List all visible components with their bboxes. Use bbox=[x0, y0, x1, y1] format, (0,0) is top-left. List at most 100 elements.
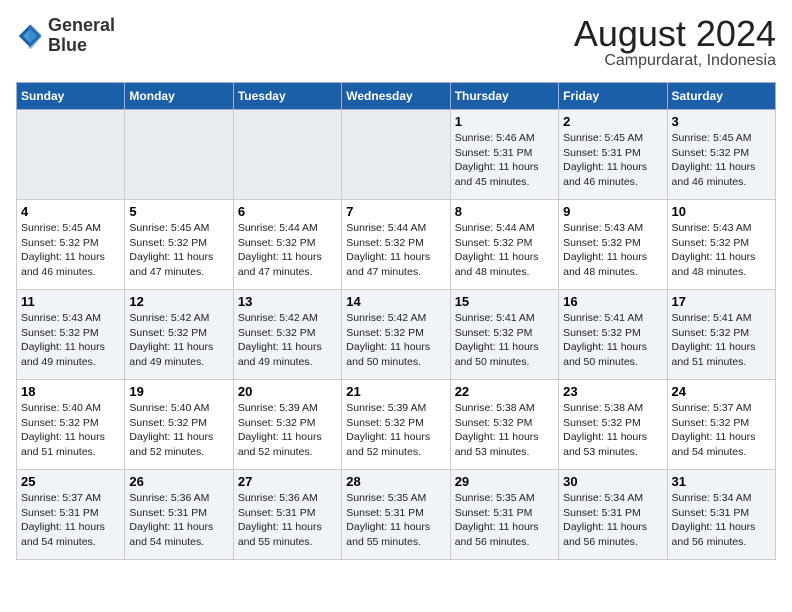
day-info: Sunrise: 5:43 AM Sunset: 5:32 PM Dayligh… bbox=[21, 311, 120, 370]
calendar-cell: 11 Sunrise: 5:43 AM Sunset: 5:32 PM Dayli… bbox=[17, 290, 125, 380]
week-row-3: 11 Sunrise: 5:43 AM Sunset: 5:32 PM Dayli… bbox=[17, 290, 776, 380]
day-number: 30 bbox=[563, 474, 662, 489]
calendar-cell: 15 Sunrise: 5:41 AM Sunset: 5:32 PM Dayli… bbox=[450, 290, 558, 380]
day-info: Sunrise: 5:42 AM Sunset: 5:32 PM Dayligh… bbox=[238, 311, 337, 370]
day-number: 3 bbox=[672, 114, 771, 129]
day-number: 28 bbox=[346, 474, 445, 489]
day-info: Sunrise: 5:36 AM Sunset: 5:31 PM Dayligh… bbox=[129, 491, 228, 550]
calendar-cell: 14 Sunrise: 5:42 AM Sunset: 5:32 PM Dayli… bbox=[342, 290, 450, 380]
day-info: Sunrise: 5:36 AM Sunset: 5:31 PM Dayligh… bbox=[238, 491, 337, 550]
week-row-2: 4 Sunrise: 5:45 AM Sunset: 5:32 PM Daylig… bbox=[17, 200, 776, 290]
day-info: Sunrise: 5:45 AM Sunset: 5:31 PM Dayligh… bbox=[563, 131, 662, 190]
day-info: Sunrise: 5:37 AM Sunset: 5:31 PM Dayligh… bbox=[21, 491, 120, 550]
col-header-friday: Friday bbox=[559, 83, 667, 110]
calendar-cell: 13 Sunrise: 5:42 AM Sunset: 5:32 PM Dayli… bbox=[233, 290, 341, 380]
calendar-cell: 16 Sunrise: 5:41 AM Sunset: 5:32 PM Dayli… bbox=[559, 290, 667, 380]
day-info: Sunrise: 5:42 AM Sunset: 5:32 PM Dayligh… bbox=[129, 311, 228, 370]
calendar-cell: 18Sunrise: 5:40 AM Sunset: 5:32 PM Dayli… bbox=[17, 380, 125, 470]
day-number: 21 bbox=[346, 384, 445, 399]
logo: General Blue bbox=[16, 16, 115, 56]
calendar-cell: 21 Sunrise: 5:39 AM Sunset: 5:32 PM Dayli… bbox=[342, 380, 450, 470]
day-info: Sunrise: 5:45 AM Sunset: 5:32 PM Dayligh… bbox=[129, 221, 228, 280]
col-header-wednesday: Wednesday bbox=[342, 83, 450, 110]
calendar-cell: 3 Sunrise: 5:45 AM Sunset: 5:32 PM Daylig… bbox=[667, 110, 775, 200]
col-header-sunday: Sunday bbox=[17, 83, 125, 110]
day-info: Sunrise: 5:43 AM Sunset: 5:32 PM Dayligh… bbox=[672, 221, 771, 280]
calendar-cell bbox=[17, 110, 125, 200]
day-number: 18 bbox=[21, 384, 120, 399]
day-info: Sunrise: 5:41 AM Sunset: 5:32 PM Dayligh… bbox=[455, 311, 554, 370]
calendar-cell: 29Sunrise: 5:35 AM Sunset: 5:31 PM Dayli… bbox=[450, 470, 558, 560]
day-number: 23 bbox=[563, 384, 662, 399]
day-number: 12 bbox=[129, 294, 228, 309]
calendar-cell: 4 Sunrise: 5:45 AM Sunset: 5:32 PM Daylig… bbox=[17, 200, 125, 290]
day-number: 15 bbox=[455, 294, 554, 309]
calendar-cell: 7Sunrise: 5:44 AM Sunset: 5:32 PM Daylig… bbox=[342, 200, 450, 290]
day-info: Sunrise: 5:42 AM Sunset: 5:32 PM Dayligh… bbox=[346, 311, 445, 370]
calendar-cell: 25 Sunrise: 5:37 AM Sunset: 5:31 PM Dayli… bbox=[17, 470, 125, 560]
calendar-cell: 17Sunrise: 5:41 AM Sunset: 5:32 PM Dayli… bbox=[667, 290, 775, 380]
day-info: Sunrise: 5:35 AM Sunset: 5:31 PM Dayligh… bbox=[346, 491, 445, 550]
calendar-cell: 8 Sunrise: 5:44 AM Sunset: 5:32 PM Daylig… bbox=[450, 200, 558, 290]
week-row-5: 25 Sunrise: 5:37 AM Sunset: 5:31 PM Dayli… bbox=[17, 470, 776, 560]
calendar-cell: 9 Sunrise: 5:43 AM Sunset: 5:32 PM Daylig… bbox=[559, 200, 667, 290]
day-info: Sunrise: 5:37 AM Sunset: 5:32 PM Dayligh… bbox=[672, 401, 771, 460]
day-number: 8 bbox=[455, 204, 554, 219]
calendar-cell: 1 Sunrise: 5:46 AM Sunset: 5:31 PM Daylig… bbox=[450, 110, 558, 200]
day-info: Sunrise: 5:39 AM Sunset: 5:32 PM Dayligh… bbox=[238, 401, 337, 460]
logo-icon bbox=[16, 22, 44, 50]
day-info: Sunrise: 5:39 AM Sunset: 5:32 PM Dayligh… bbox=[346, 401, 445, 460]
col-header-monday: Monday bbox=[125, 83, 233, 110]
col-header-saturday: Saturday bbox=[667, 83, 775, 110]
calendar-cell: 20 Sunrise: 5:39 AM Sunset: 5:32 PM Dayli… bbox=[233, 380, 341, 470]
day-info: Sunrise: 5:38 AM Sunset: 5:32 PM Dayligh… bbox=[455, 401, 554, 460]
calendar-cell: 19Sunrise: 5:40 AM Sunset: 5:32 PM Dayli… bbox=[125, 380, 233, 470]
day-number: 9 bbox=[563, 204, 662, 219]
day-number: 13 bbox=[238, 294, 337, 309]
week-row-1: 1 Sunrise: 5:46 AM Sunset: 5:31 PM Daylig… bbox=[17, 110, 776, 200]
day-info: Sunrise: 5:44 AM Sunset: 5:32 PM Dayligh… bbox=[455, 221, 554, 280]
calendar-cell bbox=[342, 110, 450, 200]
title-block: August 2024 Campurdarat, Indonesia bbox=[574, 16, 776, 70]
calendar-cell: 10 Sunrise: 5:43 AM Sunset: 5:32 PM Dayli… bbox=[667, 200, 775, 290]
day-number: 2 bbox=[563, 114, 662, 129]
day-number: 6 bbox=[238, 204, 337, 219]
day-info: Sunrise: 5:44 AM Sunset: 5:32 PM Dayligh… bbox=[238, 221, 337, 280]
calendar-cell: 23 Sunrise: 5:38 AM Sunset: 5:32 PM Dayli… bbox=[559, 380, 667, 470]
day-info: Sunrise: 5:34 AM Sunset: 5:31 PM Dayligh… bbox=[563, 491, 662, 550]
calendar-cell: 5Sunrise: 5:45 AM Sunset: 5:32 PM Daylig… bbox=[125, 200, 233, 290]
day-number: 26 bbox=[129, 474, 228, 489]
day-number: 27 bbox=[238, 474, 337, 489]
day-number: 1 bbox=[455, 114, 554, 129]
calendar-cell: 2 Sunrise: 5:45 AM Sunset: 5:31 PM Daylig… bbox=[559, 110, 667, 200]
day-info: Sunrise: 5:40 AM Sunset: 5:32 PM Dayligh… bbox=[129, 401, 228, 460]
day-info: Sunrise: 5:35 AM Sunset: 5:31 PM Dayligh… bbox=[455, 491, 554, 550]
day-number: 4 bbox=[21, 204, 120, 219]
day-info: Sunrise: 5:46 AM Sunset: 5:31 PM Dayligh… bbox=[455, 131, 554, 190]
day-info: Sunrise: 5:45 AM Sunset: 5:32 PM Dayligh… bbox=[21, 221, 120, 280]
calendar-cell: 30 Sunrise: 5:34 AM Sunset: 5:31 PM Dayli… bbox=[559, 470, 667, 560]
day-info: Sunrise: 5:43 AM Sunset: 5:32 PM Dayligh… bbox=[563, 221, 662, 280]
calendar-cell bbox=[233, 110, 341, 200]
col-header-thursday: Thursday bbox=[450, 83, 558, 110]
calendar-cell: 26 Sunrise: 5:36 AM Sunset: 5:31 PM Dayli… bbox=[125, 470, 233, 560]
day-number: 14 bbox=[346, 294, 445, 309]
calendar-header-row: SundayMondayTuesdayWednesdayThursdayFrid… bbox=[17, 83, 776, 110]
day-number: 10 bbox=[672, 204, 771, 219]
calendar-cell: 24Sunrise: 5:37 AM Sunset: 5:32 PM Dayli… bbox=[667, 380, 775, 470]
day-number: 20 bbox=[238, 384, 337, 399]
calendar-cell: 6 Sunrise: 5:44 AM Sunset: 5:32 PM Daylig… bbox=[233, 200, 341, 290]
day-number: 11 bbox=[21, 294, 120, 309]
day-info: Sunrise: 5:41 AM Sunset: 5:32 PM Dayligh… bbox=[672, 311, 771, 370]
day-number: 16 bbox=[563, 294, 662, 309]
logo-line1: General bbox=[48, 16, 115, 36]
day-info: Sunrise: 5:45 AM Sunset: 5:32 PM Dayligh… bbox=[672, 131, 771, 190]
day-info: Sunrise: 5:38 AM Sunset: 5:32 PM Dayligh… bbox=[563, 401, 662, 460]
week-row-4: 18 Sunrise: 5:40 AM Sunset: 5:32 PM Dayli… bbox=[17, 380, 776, 470]
day-number: 31 bbox=[672, 474, 771, 489]
calendar-cell: 12 Sunrise: 5:42 AM Sunset: 5:32 PM Dayli… bbox=[125, 290, 233, 380]
day-number: 25 bbox=[21, 474, 120, 489]
day-info: Sunrise: 5:41 AM Sunset: 5:32 PM Dayligh… bbox=[563, 311, 662, 370]
subtitle: Campurdarat, Indonesia bbox=[574, 52, 776, 70]
calendar-cell bbox=[125, 110, 233, 200]
